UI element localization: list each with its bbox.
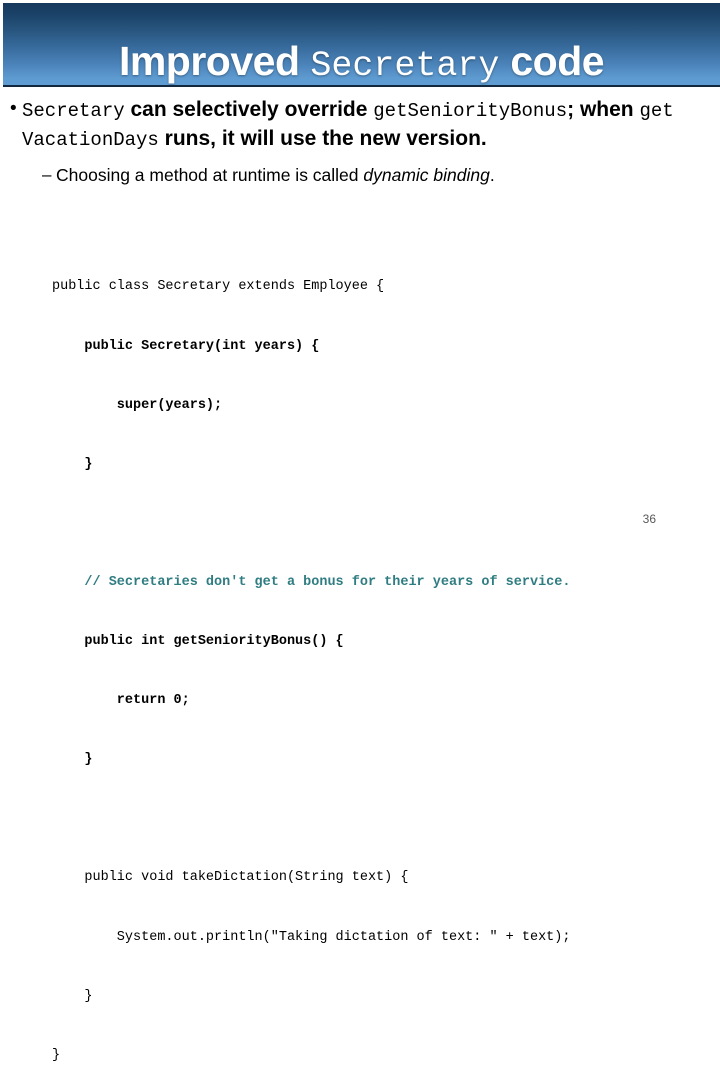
code-line: } — [52, 456, 93, 472]
bullet-seg-2: get​Seniority​Bonus — [373, 100, 568, 122]
code-line: } — [52, 752, 93, 768]
code-line: public int getSeniorityBonus() { — [52, 634, 344, 650]
code-line-comment: // Secretaries don't get a bonus for the… — [52, 574, 571, 590]
subbullet-marker-icon: – — [42, 165, 52, 184]
slide-title-banner: Improved Secretary code — [3, 3, 720, 87]
subbullet-text: Choosing a method at runtime is called d… — [56, 165, 495, 185]
code-line: return 0; — [52, 693, 190, 709]
subbullet-seg-1-emphasis: dynamic binding — [363, 165, 490, 185]
code-line: System.out.println("Taking dictation of … — [52, 929, 571, 945]
subbullet-item: – Choosing a method at runtime is called… — [0, 163, 720, 187]
bullet-text: Secretary can selectively override get​S… — [22, 96, 694, 154]
code-line: public class Secretary extends Employee … — [52, 279, 385, 295]
bullet-marker-icon: • — [10, 98, 17, 119]
bullet-item: • Secretary can selectively override get… — [0, 96, 720, 154]
code-line: super(years); — [52, 397, 223, 413]
bullet-seg-3: ; when — [567, 98, 640, 121]
code-line: public void takeDictation(String text) { — [52, 870, 409, 886]
title-part-improved: Improved — [118, 38, 300, 84]
code-line: public Secretary(int years) { — [52, 338, 320, 354]
page-title: Improved Secretary code — [3, 41, 720, 84]
code-line: } — [52, 988, 93, 1004]
bullet-seg-0: Secretary — [22, 100, 125, 122]
title-part-code: code — [510, 38, 605, 84]
bullet-seg-1: can selectively override — [124, 98, 374, 121]
code-block: public class Secretary extends Employee … — [52, 238, 712, 1080]
slide-body: • Secretary can selectively override get… — [0, 96, 720, 187]
subbullet-seg-2: . — [489, 165, 495, 185]
title-part-secretary: Secretary — [310, 46, 500, 86]
code-line: } — [52, 1047, 61, 1063]
subbullet-seg-0: Choosing a method at runtime is called — [56, 165, 364, 185]
slide-number: 36 — [642, 512, 656, 526]
bullet-seg-5: runs, it will use the new version. — [158, 127, 487, 150]
